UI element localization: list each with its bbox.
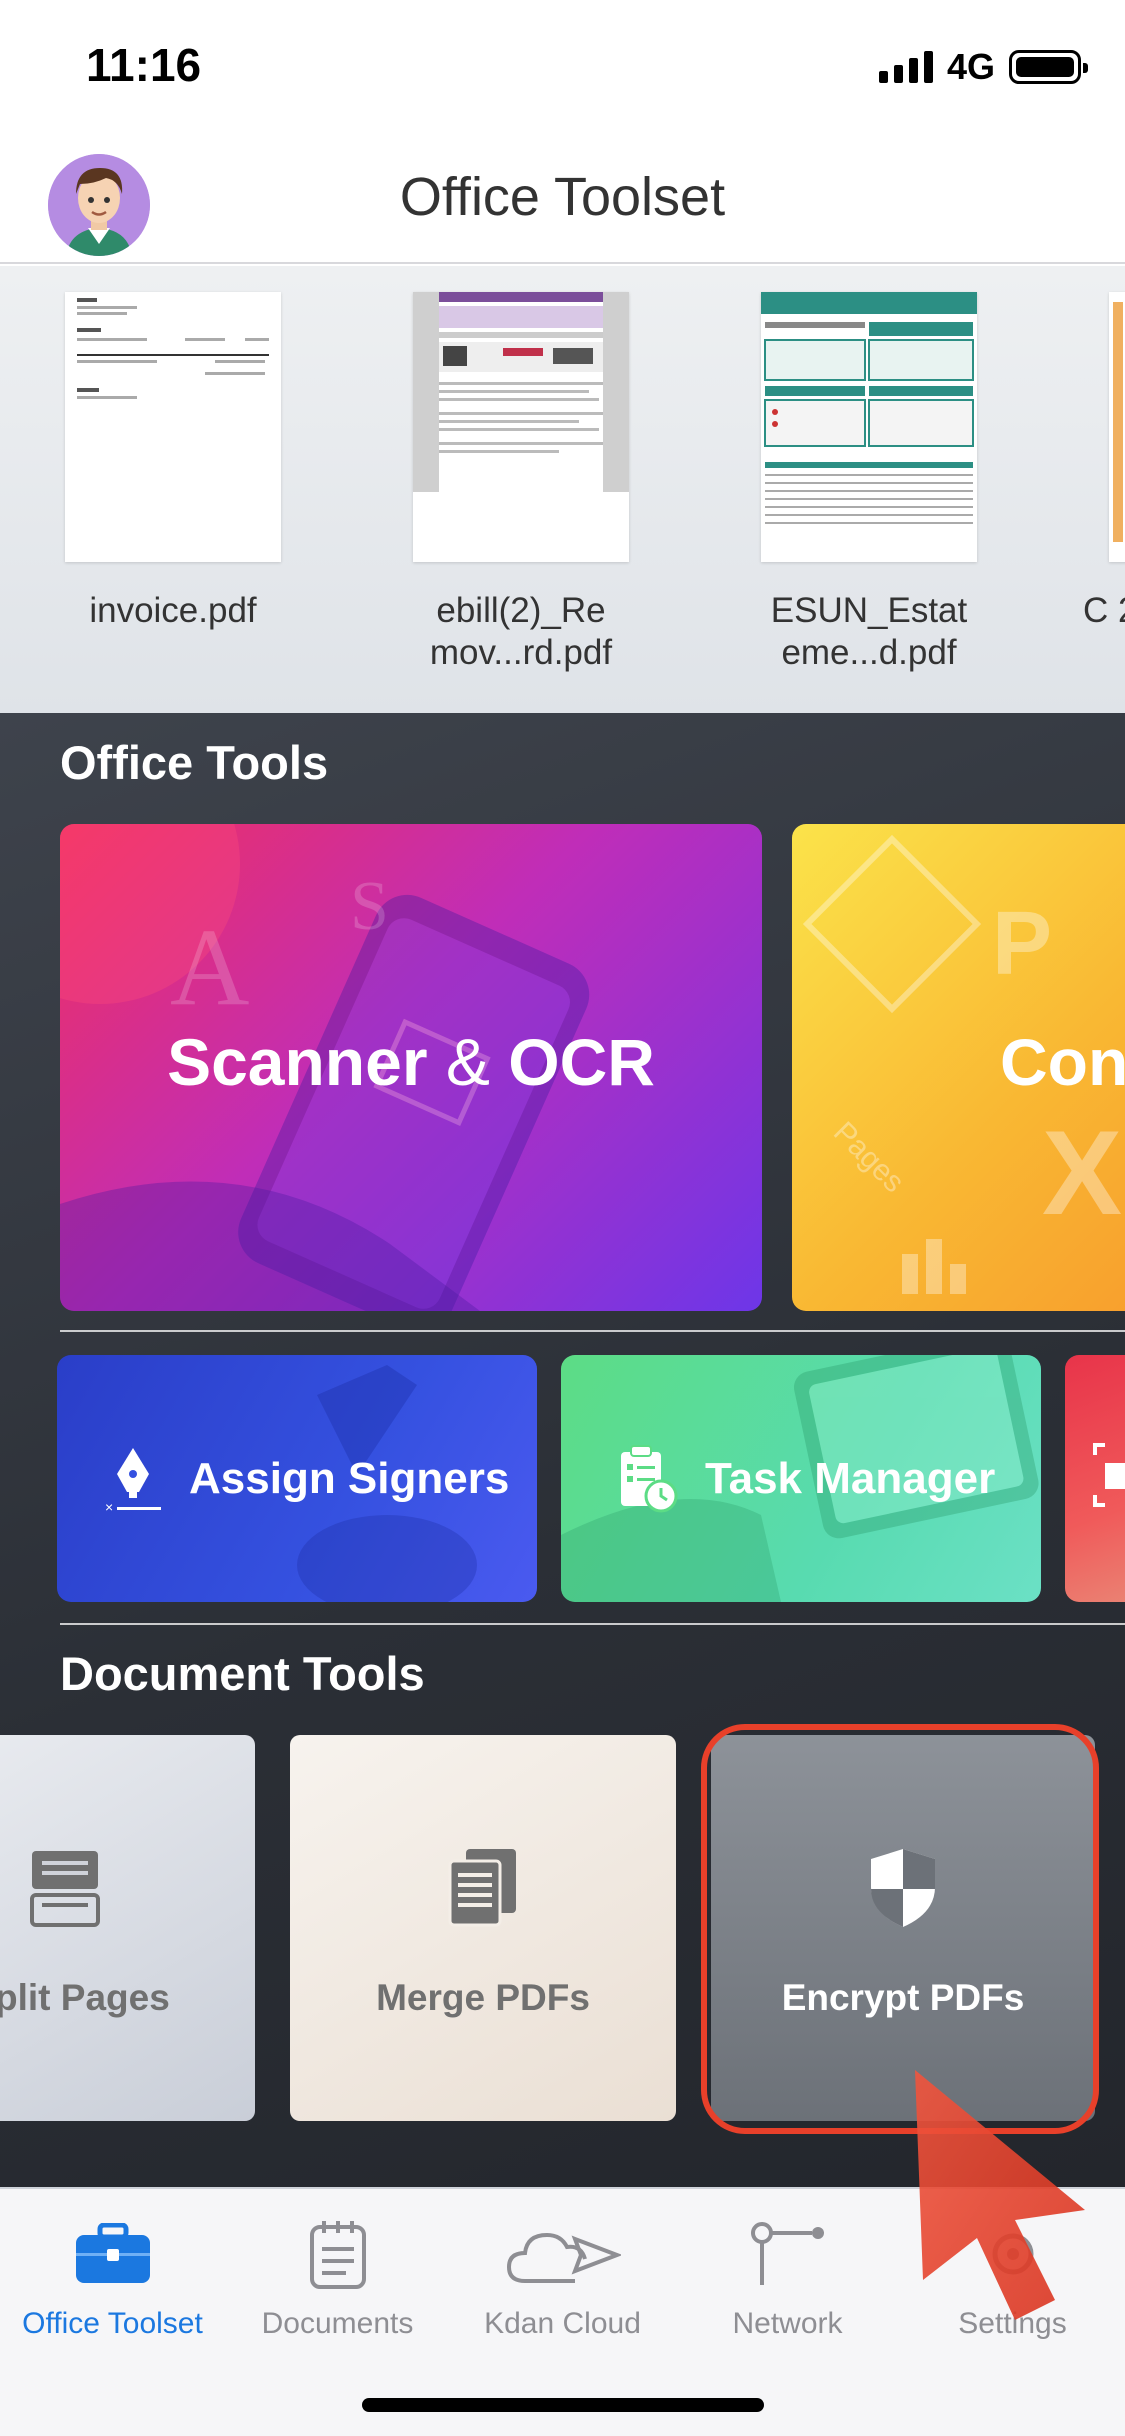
tab-kdan-cloud[interactable]: Kdan Cloud bbox=[450, 2213, 675, 2341]
split-pages-card[interactable]: plit Pages bbox=[0, 1735, 255, 2121]
briefcase-icon bbox=[75, 2223, 150, 2283]
status-bar: 11:16 4G bbox=[0, 0, 1125, 140]
pen-nib-sign-icon: × bbox=[105, 1447, 161, 1514]
section-title-document-tools: Document Tools bbox=[60, 1647, 425, 1700]
pointer-cursor-icon bbox=[915, 2070, 1085, 2320]
assign-signers-card[interactable]: × Assign Signers bbox=[57, 1355, 537, 1602]
tools-area: Office Tools A S Scanner & OCR P Pages X… bbox=[0, 713, 1125, 2187]
network-type: 4G bbox=[946, 46, 995, 87]
tab-office-toolset[interactable]: Office Toolset bbox=[0, 2213, 225, 2341]
file-name: invoice.pdf bbox=[89, 591, 257, 630]
battery-icon bbox=[1009, 50, 1088, 84]
svg-text:A: A bbox=[170, 906, 249, 1028]
status-time: 11:16 bbox=[86, 39, 202, 91]
page-title: Office Toolset bbox=[399, 167, 726, 227]
file-name: ebill(2)_Re mov...rd.pdf bbox=[429, 591, 613, 672]
divider bbox=[60, 1330, 1125, 1332]
status-indicators: 4G bbox=[878, 46, 1088, 88]
merge-pdfs-card[interactable]: Merge PDFs bbox=[290, 1735, 676, 2121]
svg-text:P: P bbox=[992, 894, 1052, 994]
cellular-signal-icon bbox=[878, 51, 933, 83]
recent-file-item[interactable]: ESUN_Estat eme...d.pdf bbox=[761, 292, 977, 674]
merge-document-icon bbox=[448, 1849, 516, 1927]
convert-card[interactable]: P Pages X Con bbox=[792, 824, 1125, 1311]
scan-frame-icon bbox=[1093, 1443, 1125, 1507]
task-manager-card[interactable]: Task Manager bbox=[561, 1355, 1041, 1602]
cloud-send-icon bbox=[506, 2232, 621, 2283]
recent-files-strip[interactable]: invoice.pdf ebill(2)_Re mov...rd.pdf ESU… bbox=[0, 266, 1125, 713]
header: Office Toolset bbox=[0, 140, 1125, 264]
scanner-ocr-label: Scanner & OCR bbox=[167, 1025, 655, 1099]
file-thumbnail bbox=[761, 292, 977, 562]
file-thumbnail bbox=[65, 292, 281, 562]
recent-file-item[interactable]: C 2 bbox=[1083, 292, 1125, 632]
task-manager-label: Task Manager bbox=[705, 1453, 996, 1503]
convert-label: Con bbox=[1000, 1025, 1125, 1099]
section-title-office-tools: Office Tools bbox=[60, 736, 329, 789]
file-name: ESUN_Estat eme...d.pdf bbox=[770, 591, 968, 672]
tab-documents[interactable]: Documents bbox=[225, 2213, 450, 2341]
file-name: C 2 bbox=[1083, 591, 1125, 630]
svg-text:S: S bbox=[350, 868, 389, 945]
tab-network[interactable]: Network bbox=[675, 2213, 900, 2341]
svg-text:×: × bbox=[105, 1499, 113, 1514]
tab-label: Network bbox=[732, 2307, 843, 2340]
divider bbox=[60, 1623, 1125, 1625]
tab-label: Kdan Cloud bbox=[484, 2307, 641, 2340]
tab-label: Office Toolset bbox=[22, 2307, 203, 2340]
scanner-ocr-card[interactable]: A S Scanner & OCR bbox=[60, 824, 762, 1311]
recent-file-item[interactable]: invoice.pdf bbox=[65, 292, 281, 632]
clipboard-clock-icon bbox=[621, 1444, 678, 1512]
split-pages-icon bbox=[30, 1851, 100, 1927]
merge-pdfs-label: Merge PDFs bbox=[376, 1977, 590, 2018]
split-pages-label: plit Pages bbox=[0, 1977, 170, 2018]
home-indicator bbox=[362, 2398, 764, 2412]
tab-label: Documents bbox=[261, 2307, 414, 2340]
svg-text:Pages: Pages bbox=[827, 1116, 910, 1199]
file-thumbnail bbox=[413, 292, 629, 562]
notepad-icon bbox=[309, 2221, 366, 2289]
third-tool-card[interactable] bbox=[1065, 1355, 1125, 1602]
app-screen: 11:16 4G Office Toolset invoice.pdf ebil… bbox=[0, 0, 1125, 2436]
file-thumbnail bbox=[1109, 292, 1125, 562]
network-node-icon bbox=[750, 2222, 824, 2285]
assign-signers-label: Assign Signers bbox=[189, 1453, 510, 1503]
svg-text:X: X bbox=[1042, 1106, 1122, 1240]
recent-file-item[interactable]: ebill(2)_Re mov...rd.pdf bbox=[413, 292, 629, 674]
